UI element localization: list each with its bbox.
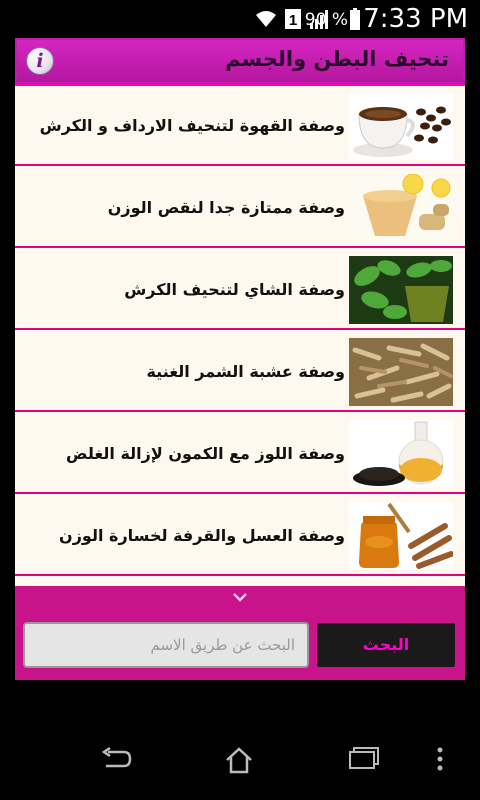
list-item-label: وصفة اللوز مع الكمون لإزالة الغلض: [66, 444, 345, 463]
page-title: تنحيف البطن والجسم: [225, 47, 449, 71]
battery-percent: 90 %: [304, 10, 348, 30]
list-item-label: وصفة ممتازة جدا لنقص الوزن: [107, 198, 345, 217]
fennel-herb-icon: [349, 338, 453, 406]
list-item[interactable]: وصفة ممتازة جدا لنقص الوزن: [15, 168, 465, 248]
sim-icon: 1: [285, 9, 301, 29]
search-input[interactable]: البحث عن طريق الاسم: [23, 622, 309, 668]
recent-apps-icon[interactable]: [348, 746, 380, 770]
list-item[interactable]: وصفة الشاي لتنحيف الكرش: [15, 250, 465, 330]
status-bar: 1 90 % 7:33 PM: [0, 0, 480, 38]
wifi-icon: [256, 11, 276, 27]
bottom-search-bar: البحث عن طريق الاسم البحث: [15, 586, 465, 680]
battery-icon: [350, 8, 360, 30]
list-item[interactable]: وصفة القهوة لتنحيف الارداف و الكرش: [15, 86, 465, 166]
chevron-down-icon: [233, 593, 247, 602]
home-icon[interactable]: [224, 746, 254, 774]
title-bar: i تنحيف البطن والجسم: [15, 38, 465, 84]
list-item-label: وصفة العسل والقرفة لخسارة الوزن: [59, 526, 345, 545]
list-item-label: وصفة الشاي لتنحيف الكرش: [124, 280, 345, 299]
list-item[interactable]: وصفة عشبة الشمر الغنية: [15, 332, 465, 412]
menu-dots-icon[interactable]: [436, 746, 444, 772]
cumin-flask-icon: [349, 420, 453, 488]
app-window: i تنحيف البطن والجسم وصفة القهوة لتنحيف …: [15, 38, 465, 680]
list-item[interactable]: وصفة العسل والقرفة لخسارة الوزن: [15, 496, 465, 576]
svg-text:1: 1: [289, 12, 297, 29]
list-item-label: وصفة القهوة لتنحيف الارداف و الكرش: [39, 116, 345, 135]
honey-cinnamon-icon: [349, 502, 453, 570]
navigation-bar: [0, 680, 480, 800]
mint-tea-icon: [349, 256, 453, 324]
list-item[interactable]: وصفة اللوز مع الكمون لإزالة الغلض: [15, 414, 465, 494]
recipe-list[interactable]: وصفة القهوة لتنحيف الارداف و الكرش وصفة …: [15, 86, 465, 623]
back-icon[interactable]: [100, 746, 132, 772]
status-time: 7:33 PM: [363, 4, 468, 34]
list-item-label: وصفة عشبة الشمر الغنية: [146, 362, 345, 381]
expand-toggle[interactable]: [15, 586, 465, 612]
search-button[interactable]: البحث: [315, 621, 457, 669]
coffee-cup-icon: [349, 92, 453, 160]
ginger-lemon-drink-icon: [349, 174, 453, 242]
info-icon[interactable]: i: [26, 47, 54, 75]
